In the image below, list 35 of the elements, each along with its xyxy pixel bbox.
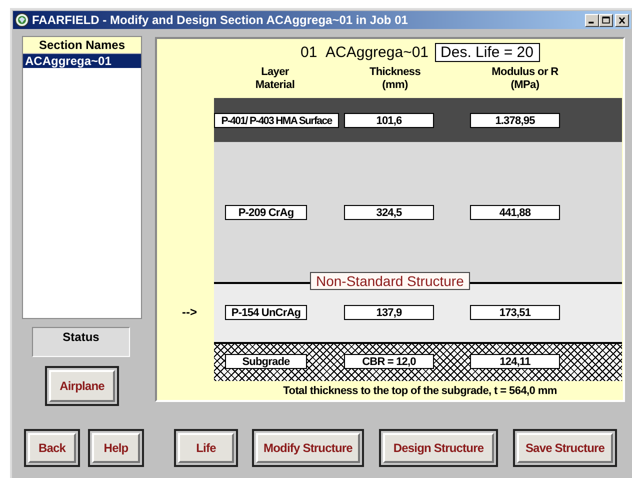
action-button[interactable]: Life — [178, 433, 234, 463]
status-panel: Status — [32, 326, 130, 357]
column-header: Thickness (mm) — [368, 66, 422, 92]
material-field[interactable]: Subgrade — [225, 354, 307, 369]
thickness-field[interactable]: 324,5 — [344, 204, 434, 220]
section-list-item[interactable]: ACAggrega~01 — [23, 54, 141, 68]
section-heading: 01 ACAggrega~01 — [300, 44, 429, 61]
window-title: FAARFIELD - Modify and Design Section ACAggrega~01 in Job 01 — [32, 13, 409, 27]
material-field[interactable]: P-209 CrAg — [225, 204, 307, 220]
close-icon[interactable] — [615, 14, 629, 26]
column-header: Modulus or R (MPa) — [490, 66, 560, 92]
modulus-field[interactable]: 124,11 — [470, 354, 560, 369]
action-button[interactable]: Back — [28, 433, 76, 463]
list-header: Section Names — [23, 37, 141, 54]
modulus-field[interactable]: 1.378,95 — [470, 112, 560, 128]
modulus-field[interactable]: 173,51 — [470, 304, 560, 320]
thickness-field[interactable]: CBR = 12,0 — [344, 354, 434, 369]
material-field[interactable]: P-401/ P-403 HMA Surface — [214, 112, 339, 128]
material-field[interactable]: P-154 UnCrAg — [225, 304, 307, 320]
action-button[interactable]: Save Structure — [517, 433, 613, 463]
modulus-field[interactable]: 441,88 — [470, 204, 560, 220]
design-life-field: Des. Life = 20 — [434, 43, 540, 62]
maximize-icon[interactable] — [599, 14, 613, 26]
column-header: Layer Material — [254, 66, 296, 92]
thickness-field[interactable]: 137,9 — [344, 304, 434, 320]
action-button[interactable]: Design Structure — [383, 433, 494, 463]
app-icon — [15, 13, 29, 27]
minimize-icon[interactable] — [585, 14, 599, 26]
structure-notice: Non-Standard Structure — [310, 272, 470, 290]
total-thickness-text: Total thickness to the top of the subgrade, t = 564,0 mm — [283, 385, 557, 397]
airplane-button[interactable]: Airplane — [49, 370, 115, 402]
current-layer-arrow: --> — [181, 305, 197, 319]
action-button[interactable]: Modify Structure — [256, 433, 360, 463]
thickness-field[interactable]: 101,6 — [344, 112, 434, 128]
action-button[interactable]: Help — [92, 433, 140, 463]
